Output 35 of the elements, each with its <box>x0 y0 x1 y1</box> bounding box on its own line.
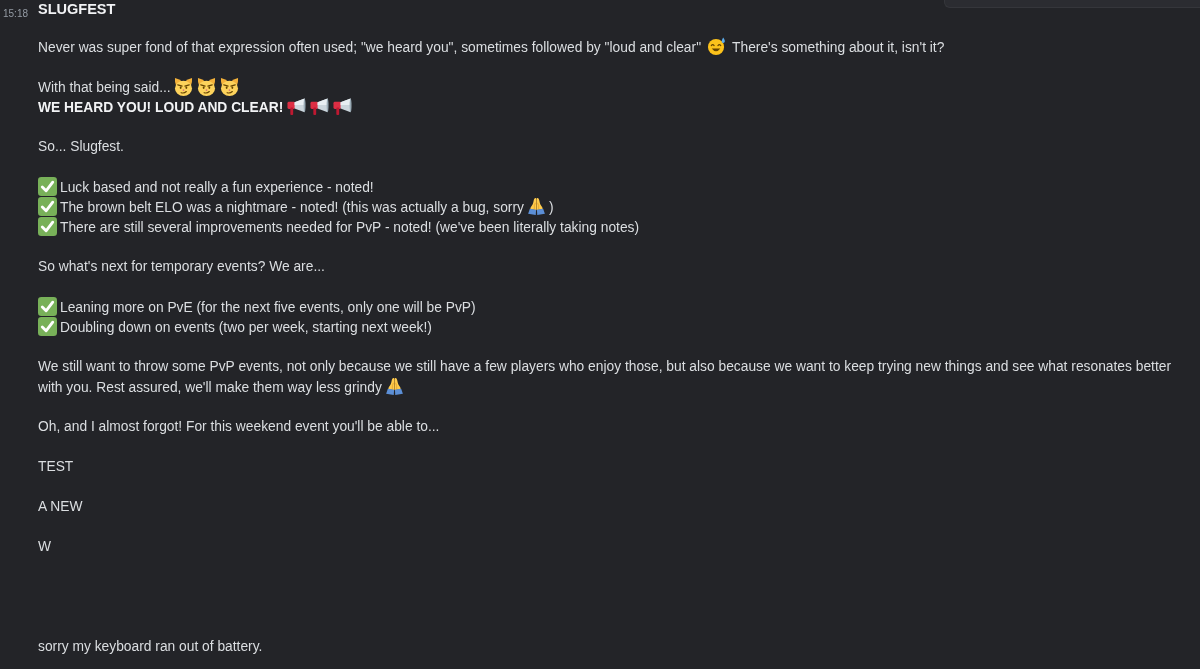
praying-hands-icon <box>384 377 404 396</box>
smirking-cat-icon <box>173 77 193 96</box>
message-text: Never was super fond of that expression often used; "we heard you", sometimes followed by "loud and clear" <box>38 40 702 55</box>
praying-hands-icon <box>526 197 546 216</box>
message-text: A NEW <box>38 499 83 514</box>
message-text: Leaning more on PvE (for the next five events, only one will be PvP) <box>60 300 476 315</box>
message-text: TEST <box>38 459 74 474</box>
message-text: There's something about it, isn't it? <box>732 40 945 55</box>
sweat-smile-icon <box>707 37 727 56</box>
message-text: So... Slugfest. <box>38 139 124 154</box>
megaphone-icon <box>287 97 307 116</box>
message-text: WE HEARD YOU! LOUD AND CLEAR! <box>38 100 284 115</box>
message-text: Luck based and not really a fun experience - noted! <box>60 180 374 195</box>
author-name[interactable]: SLUGFEST <box>38 1 116 17</box>
message-text: with you. Rest assured, we'll make them way less grindy <box>38 380 382 395</box>
message-text: With that being said... <box>38 80 171 95</box>
message-text: W <box>38 539 52 554</box>
message-text: Doubling down on events (two per week, starting next week!) <box>60 320 432 335</box>
smirking-cat-icon <box>219 77 239 96</box>
message-text: The brown belt ELO was a nightmare - noted! (this was actually a bug, sorry <box>60 200 524 215</box>
message-text: There are still several improvements needed for PvP - noted! (we've been literally taking notes) <box>60 220 640 235</box>
check-mark-icon <box>38 317 57 336</box>
check-mark-icon <box>38 197 57 216</box>
smirking-cat-icon <box>196 77 216 96</box>
message-text: Oh, and I almost forgot! For this weekend event you'll be able to... <box>38 419 440 434</box>
message-text: We still want to throw some PvP events, not only because we still have a few players who enjoy those, but also because we want to keep trying new things and see what resonates better <box>38 359 1171 374</box>
message-text: So what's next for temporary events? We are... <box>38 259 325 274</box>
megaphone-icon <box>333 97 353 116</box>
check-mark-icon <box>38 297 57 316</box>
timestamp: 15:18 <box>3 8 29 19</box>
check-mark-icon <box>38 217 57 236</box>
message-text: sorry my keyboard ran out of battery. <box>38 639 263 654</box>
check-mark-icon <box>38 177 57 196</box>
megaphone-icon <box>310 97 330 116</box>
message-text: ) <box>548 200 554 215</box>
